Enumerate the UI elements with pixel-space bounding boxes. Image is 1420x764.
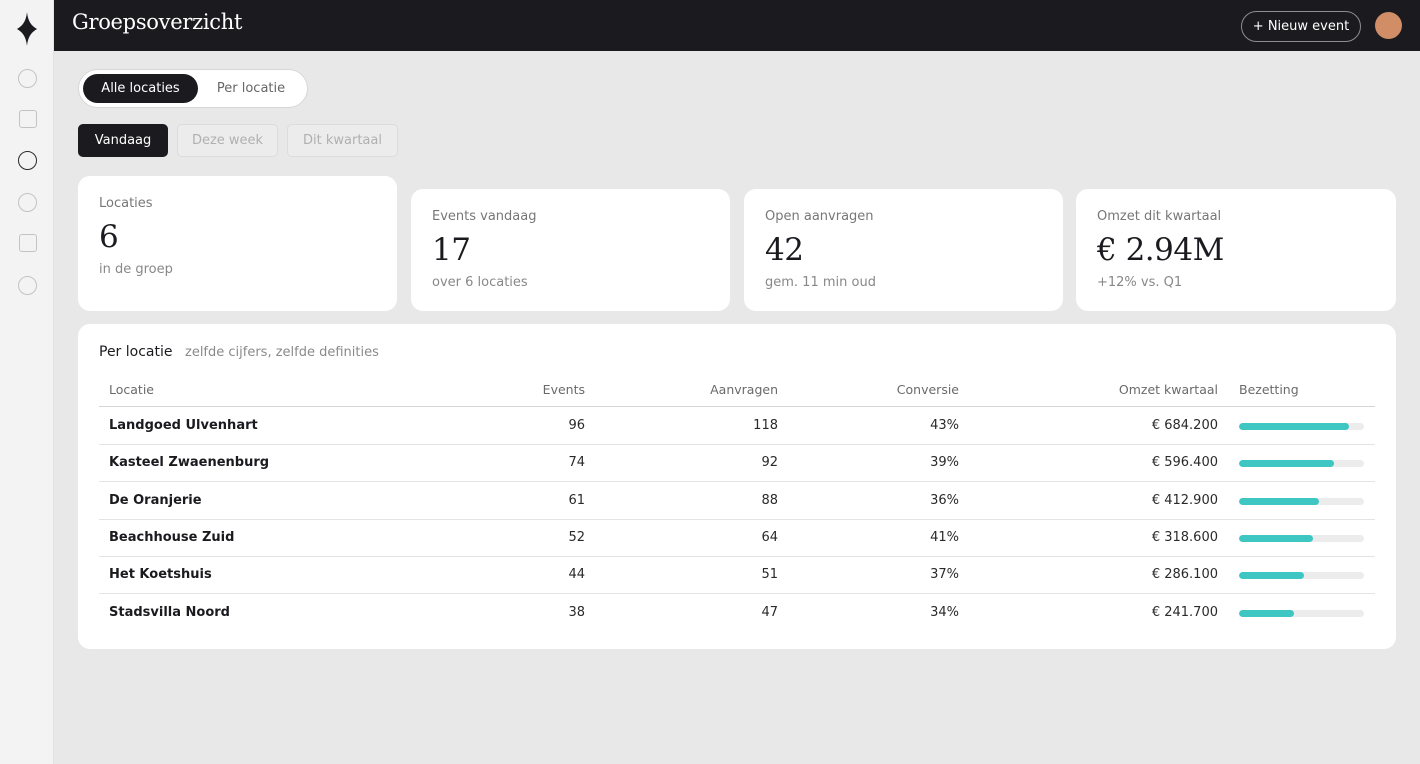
- new-event-button[interactable]: + Nieuw event: [1241, 11, 1361, 42]
- cell-omzet: € 318.600: [1151, 529, 1218, 545]
- table-row[interactable]: Landgoed Ulvenhart 96 118 43% € 684.200: [99, 408, 1375, 445]
- page-title: Groepsoverzicht: [72, 10, 243, 34]
- cell-conversie: 36%: [930, 492, 959, 508]
- bezetting-bar-fill: [1239, 460, 1334, 468]
- cell-events: 96: [568, 418, 585, 433]
- cell-events: 74: [568, 455, 585, 471]
- kpi-label: Locaties: [99, 196, 153, 211]
- kpi-card-events: Events vandaag 17 over 6 locaties: [411, 189, 730, 311]
- table-row[interactable]: Stadsvilla Noord 38 47 34% € 241.700: [99, 595, 1375, 632]
- cell-omzet: € 286.100: [1151, 567, 1218, 583]
- per-locatie-card: Per locatie zelfde cijfers, zelfde defin…: [78, 324, 1396, 649]
- bezetting-bar: [1239, 609, 1364, 617]
- avatar[interactable]: [1375, 12, 1402, 39]
- sidebar-item-2-square-icon[interactable]: [19, 110, 37, 128]
- col-events[interactable]: Events: [543, 382, 585, 397]
- period-vandaag[interactable]: Vandaag: [78, 124, 168, 157]
- bezetting-bar: [1239, 534, 1364, 542]
- bezetting-bar-fill: [1239, 572, 1304, 580]
- kpi-sub: in de groep: [99, 262, 173, 277]
- kpi-label: Open aanvragen: [765, 209, 874, 224]
- kpi-card-omzet: Omzet dit kwartaal € 2.94M +12% vs. Q1: [1076, 189, 1396, 311]
- cell-omzet: € 596.400: [1151, 455, 1218, 471]
- top-bar: Groepsoverzicht + Nieuw event: [54, 0, 1420, 51]
- cell-locatie: De Oranjerie: [109, 492, 202, 508]
- toggle-alle-locaties[interactable]: Alle locaties: [83, 74, 198, 103]
- toggle-per-locatie[interactable]: Per locatie: [200, 74, 302, 103]
- cell-aanvragen: 47: [761, 604, 778, 620]
- kpi-value: 17: [432, 232, 471, 268]
- table-row[interactable]: Het Koetshuis 44 51 37% € 286.100: [99, 557, 1375, 595]
- sidebar-item-5-square-icon[interactable]: [19, 234, 37, 252]
- cell-locatie: Het Koetshuis: [109, 567, 212, 583]
- kpi-label: Omzet dit kwartaal: [1097, 209, 1222, 224]
- col-bezetting[interactable]: Bezetting: [1239, 382, 1299, 397]
- cell-aanvragen: 118: [753, 418, 778, 433]
- table-header: Locatie Events Aanvragen Conversie Omzet…: [99, 378, 1375, 407]
- kpi-value: 42: [765, 232, 804, 268]
- bezetting-bar-fill: [1239, 423, 1349, 430]
- kpi-value: € 2.94M: [1097, 232, 1224, 268]
- kpi-sub: gem. 11 min oud: [765, 275, 876, 290]
- cell-omzet: € 412.900: [1151, 492, 1218, 508]
- kpi-sub: +12% vs. Q1: [1097, 275, 1183, 290]
- cell-omzet: € 241.700: [1151, 604, 1218, 620]
- table-title: Per locatie: [99, 344, 173, 360]
- cell-events: 52: [568, 529, 585, 545]
- col-conversie[interactable]: Conversie: [897, 382, 959, 397]
- cell-locatie: Kasteel Zwaenenburg: [109, 455, 270, 471]
- cell-conversie: 39%: [930, 455, 959, 471]
- sidebar-item-1-circle-icon[interactable]: [18, 69, 37, 88]
- sidebar-item-4-circle-icon[interactable]: [18, 193, 37, 212]
- cell-conversie: 41%: [930, 529, 959, 545]
- col-omzet[interactable]: Omzet kwartaal: [1119, 382, 1218, 397]
- view-toggle: Alle locaties Per locatie: [78, 69, 308, 108]
- cell-aanvragen: 64: [761, 529, 778, 545]
- cell-events: 61: [568, 492, 585, 508]
- col-aanvragen[interactable]: Aanvragen: [710, 382, 778, 397]
- table-row[interactable]: Beachhouse Zuid 52 64 41% € 318.600: [99, 520, 1375, 557]
- logo-icon: [17, 12, 37, 46]
- bezetting-bar: [1239, 497, 1364, 505]
- bezetting-bar-fill: [1239, 609, 1294, 617]
- kpi-card-locaties: Locaties 6 in de groep: [78, 176, 397, 311]
- cell-aanvragen: 51: [761, 567, 778, 583]
- cell-locatie: Beachhouse Zuid: [109, 529, 235, 545]
- period-dit-kwartaal[interactable]: Dit kwartaal: [287, 124, 398, 157]
- cell-aanvragen: 88: [761, 492, 778, 508]
- bezetting-bar: [1239, 572, 1364, 580]
- table-row[interactable]: Kasteel Zwaenenburg 74 92 39% € 596.400: [99, 445, 1375, 483]
- sidebar-item-3-circle-icon-active[interactable]: [18, 151, 37, 170]
- cell-conversie: 43%: [930, 418, 959, 433]
- bezetting-bar: [1239, 423, 1364, 430]
- kpi-value: 6: [99, 219, 119, 255]
- kpi-card-aanvragen: Open aanvragen 42 gem. 11 min oud: [744, 189, 1063, 311]
- cell-conversie: 37%: [930, 567, 959, 583]
- col-locatie[interactable]: Locatie: [109, 382, 154, 397]
- sidebar-item-6-circle-icon[interactable]: [18, 276, 37, 295]
- table-row[interactable]: De Oranjerie 61 88 36% € 412.900: [99, 483, 1375, 520]
- sidebar: [0, 0, 54, 764]
- period-deze-week[interactable]: Deze week: [177, 124, 278, 157]
- cell-aanvragen: 92: [761, 455, 778, 471]
- bezetting-bar-fill: [1239, 534, 1313, 542]
- table-subtitle: zelfde cijfers, zelfde definities: [185, 345, 379, 360]
- cell-conversie: 34%: [930, 604, 959, 620]
- cell-omzet: € 684.200: [1151, 418, 1218, 433]
- bezetting-bar-fill: [1239, 497, 1319, 505]
- cell-events: 44: [568, 567, 585, 583]
- kpi-label: Events vandaag: [432, 209, 537, 224]
- bezetting-bar: [1239, 460, 1364, 468]
- cell-locatie: Landgoed Ulvenhart: [109, 418, 258, 433]
- cell-locatie: Stadsvilla Noord: [109, 604, 230, 620]
- kpi-sub: over 6 locaties: [432, 275, 528, 290]
- cell-events: 38: [568, 604, 585, 620]
